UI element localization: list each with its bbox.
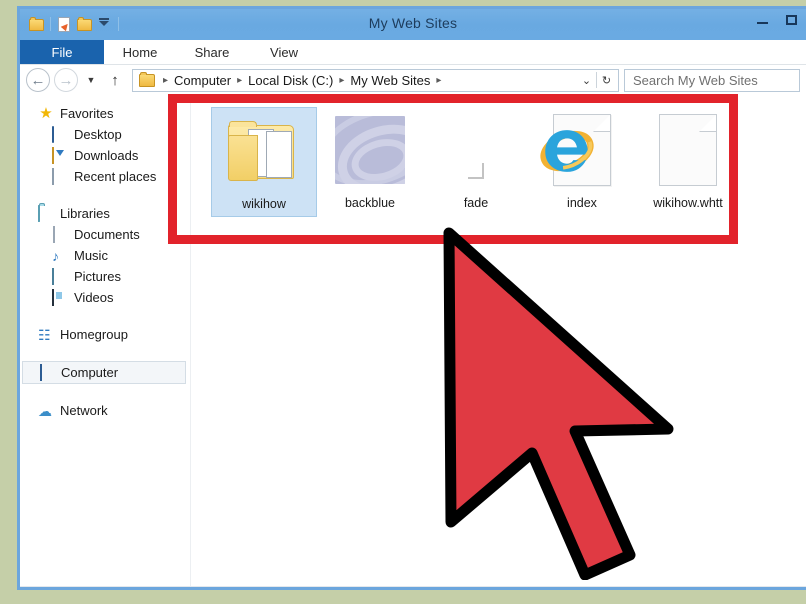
up-button[interactable]: ↑	[104, 68, 126, 92]
breadcrumb-separator: ▸	[163, 74, 169, 86]
file-item-label: backblue	[344, 196, 396, 210]
sidebar-item-favorites[interactable]: ★ Favorites	[20, 103, 190, 124]
document-icon	[52, 225, 68, 243]
internet-explorer-document-icon	[540, 113, 619, 187]
tab-file[interactable]: File	[20, 40, 104, 64]
sidebar-item-videos[interactable]: Videos	[20, 287, 190, 308]
maximize-icon	[786, 15, 797, 25]
refresh-icon[interactable]: ↻	[597, 74, 616, 87]
navigation-pane: ★ Favorites Desktop Downloads Recent pla…	[20, 95, 190, 586]
breadcrumb-item-local-disk[interactable]: Local Disk (C:)	[246, 73, 335, 88]
address-bar: ← → ▼ ↑ ▸ Computer ▸ Local Disk (C:) ▸ M…	[20, 65, 806, 95]
sidebar-item-music[interactable]: ♪ Music	[20, 245, 190, 266]
sidebar-item-label: Favorites	[60, 106, 114, 121]
toolbar-divider	[50, 17, 51, 31]
recent-places-icon	[52, 167, 68, 185]
videos-icon	[52, 288, 68, 306]
sidebar-item-label: Computer	[61, 365, 119, 380]
file-item-wikihow[interactable]: wikihow	[211, 107, 317, 217]
file-list-pane[interactable]: wikihow backblue fade index wikihow.whtt	[190, 95, 806, 586]
library-icon	[38, 204, 54, 222]
explorer-body: ★ Favorites Desktop Downloads Recent pla…	[20, 95, 806, 586]
file-item-label: wikihow.whtt	[653, 196, 723, 210]
minimize-button[interactable]	[748, 10, 777, 30]
sidebar-item-computer[interactable]: Computer	[22, 361, 186, 384]
sidebar-item-desktop[interactable]: Desktop	[20, 124, 190, 145]
sidebar-item-network[interactable]: ☁ Network	[20, 400, 190, 421]
file-item-index[interactable]: index	[529, 107, 635, 217]
breadcrumb[interactable]: ▸ Computer ▸ Local Disk (C:) ▸ My Web Si…	[132, 68, 619, 92]
breadcrumb-separator: ▸	[339, 74, 345, 86]
ribbon-tabs: File Home Share View	[20, 40, 806, 65]
properties-icon[interactable]	[56, 16, 73, 33]
sidebar-item-downloads[interactable]: Downloads	[20, 145, 190, 166]
music-icon: ♪	[52, 247, 59, 264]
folder-icon	[139, 71, 155, 87]
image-thumbnail-tiny	[439, 113, 513, 187]
sidebar-item-label: Desktop	[74, 127, 122, 142]
sidebar-item-label: Homegroup	[60, 327, 128, 342]
sidebar-item-label: Network	[60, 403, 108, 418]
file-item-wikihow-whtt[interactable]: wikihow.whtt	[635, 107, 741, 217]
desktop-icon	[52, 125, 68, 143]
window-title: My Web Sites	[368, 15, 458, 31]
window-controls	[748, 9, 806, 31]
sidebar-item-label: Downloads	[74, 148, 139, 163]
search-placeholder: Search My Web Sites	[633, 72, 758, 88]
sidebar-item-label: Music	[74, 248, 108, 263]
file-item-backblue[interactable]: backblue	[317, 107, 423, 217]
sidebar-item-label: Libraries	[60, 206, 110, 221]
breadcrumb-item-my-web-sites[interactable]: My Web Sites	[348, 73, 432, 88]
file-item-label: index	[567, 196, 597, 210]
sidebar-item-homegroup[interactable]: ☷ Homegroup	[20, 324, 190, 345]
pictures-icon	[52, 267, 68, 285]
folder-icon[interactable]	[28, 16, 45, 33]
sidebar-item-documents[interactable]: Documents	[20, 224, 190, 245]
sidebar-item-pictures[interactable]: Pictures	[20, 266, 190, 287]
downloads-icon	[52, 146, 68, 164]
sidebar-item-label: Documents	[74, 227, 140, 242]
breadcrumb-separator: ▸	[237, 74, 243, 86]
sidebar-item-label: Recent places	[74, 169, 157, 184]
minimize-icon	[757, 22, 768, 24]
forward-button[interactable]: →	[54, 68, 78, 92]
file-explorer-window: My Web Sites File Home Share View ← → ▼ …	[17, 6, 806, 590]
blank-document-icon	[651, 113, 725, 187]
maximize-button[interactable]	[777, 10, 806, 30]
search-input[interactable]: Search My Web Sites	[624, 68, 800, 92]
tab-view[interactable]: View	[248, 40, 320, 64]
toolbar-divider	[118, 17, 119, 31]
back-button[interactable]: ←	[26, 68, 50, 92]
image-thumbnail	[333, 113, 407, 187]
tab-share[interactable]: Share	[176, 40, 248, 64]
sidebar-item-libraries[interactable]: Libraries	[20, 203, 190, 224]
file-item-label: fade	[463, 196, 489, 210]
file-grid: wikihow backblue fade index wikihow.whtt	[211, 107, 741, 217]
sidebar-item-label: Pictures	[74, 269, 121, 284]
computer-icon	[39, 363, 55, 381]
tab-home[interactable]: Home	[104, 40, 176, 64]
file-item-label: wikihow	[242, 197, 286, 211]
folder-icon	[227, 114, 301, 188]
recent-locations-button[interactable]: ▼	[82, 68, 100, 92]
file-item-fade[interactable]: fade	[423, 107, 529, 217]
new-folder-icon[interactable]	[76, 16, 93, 33]
sidebar-item-label: Videos	[74, 290, 114, 305]
customize-chevron-icon[interactable]	[96, 16, 113, 33]
network-icon: ☁	[38, 402, 52, 419]
chevron-down-icon[interactable]: ⌄	[577, 74, 596, 87]
breadcrumb-separator: ▸	[436, 74, 442, 86]
title-bar: My Web Sites	[20, 9, 806, 40]
status-bar: 5 items 1 item selected	[20, 586, 806, 587]
homegroup-icon: ☷	[38, 326, 51, 343]
star-icon: ★	[39, 104, 53, 122]
quick-access-toolbar	[20, 9, 121, 35]
breadcrumb-item-computer[interactable]: Computer	[172, 73, 233, 88]
sidebar-item-recent-places[interactable]: Recent places	[20, 166, 190, 187]
